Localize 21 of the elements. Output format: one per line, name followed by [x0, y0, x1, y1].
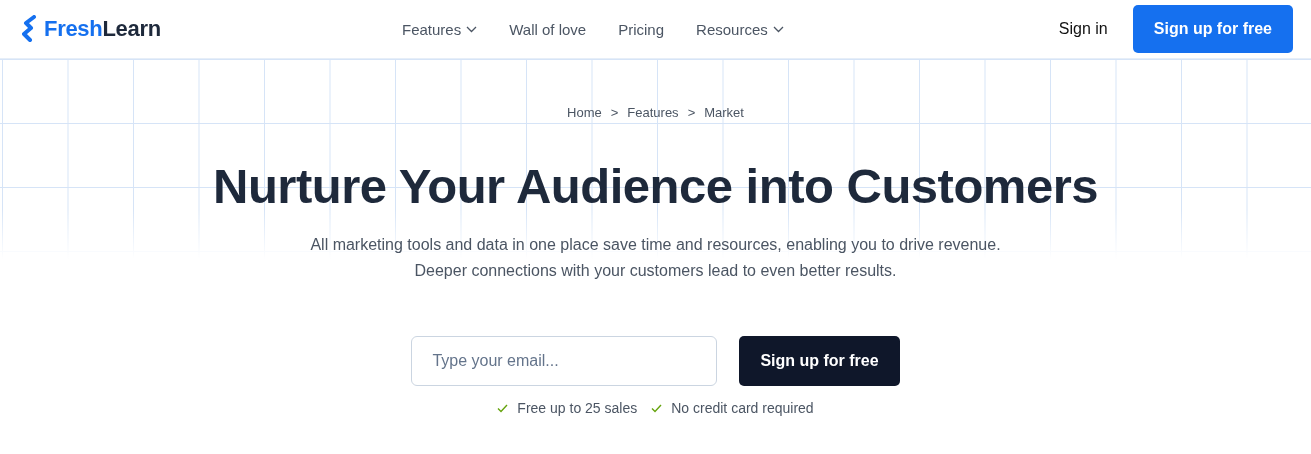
check-icon	[497, 403, 509, 413]
hero-subtitle: All marketing tools and data in one place save time and resources, enabling you to drive revenue. Deeper connections with your customers lead to even better results.	[310, 235, 1001, 281]
logo-icon	[22, 15, 38, 43]
breadcrumb-link[interactable]: Market	[704, 105, 744, 120]
breadcrumb-link[interactable]: Home	[567, 105, 602, 120]
breadcrumb-link[interactable]: Features	[627, 105, 679, 120]
nav-link[interactable]: Wall of love	[509, 20, 587, 38]
breadcrumb-separator: >	[687, 105, 696, 120]
perk-text: Free up to 25 sales	[517, 400, 638, 416]
email-field[interactable]: Type your email...	[411, 336, 718, 386]
sign-up-button[interactable]: Sign up for free	[1132, 5, 1293, 53]
nav-link[interactable]: Pricing	[618, 20, 665, 38]
check-icon	[651, 403, 663, 413]
sign-up-button[interactable]: Sign up for free	[739, 336, 900, 386]
breadcrumb-separator: >	[610, 105, 619, 120]
sign-in-link[interactable]: Sign in	[1058, 20, 1108, 38]
hero-headline: Nurture Your Audience into Customers	[213, 158, 1098, 214]
perk-text: No credit card required	[671, 400, 814, 416]
logo-wordmark[interactable]: FreshLearn	[44, 16, 161, 42]
nav-link[interactable]: Resources	[696, 20, 784, 38]
nav-link[interactable]: Features	[402, 20, 478, 38]
